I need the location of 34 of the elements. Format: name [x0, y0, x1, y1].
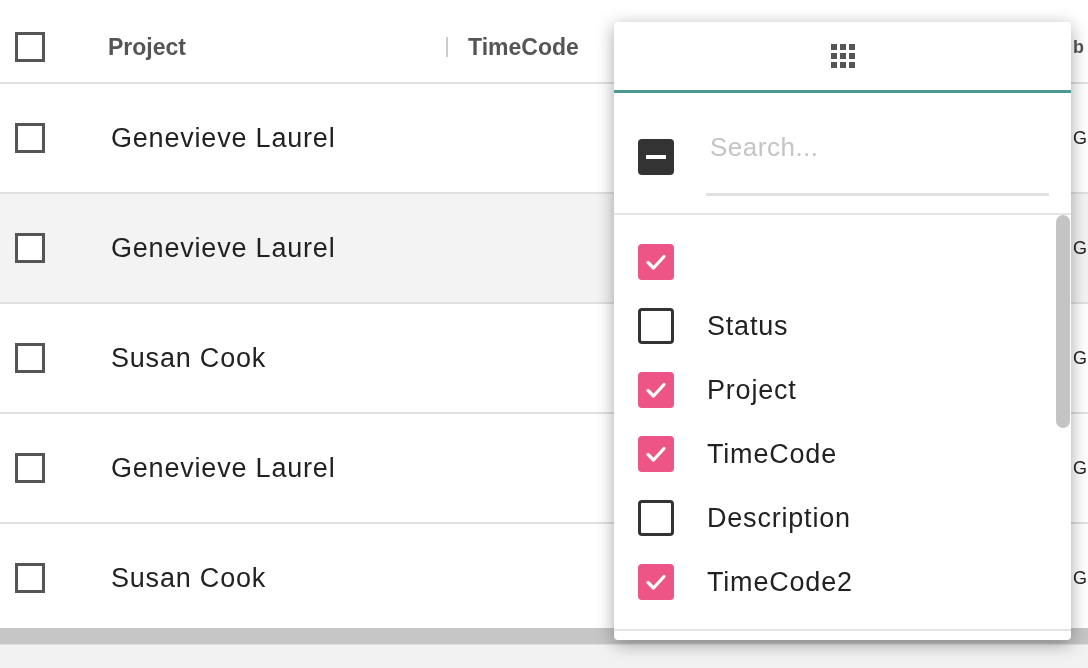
checkbox[interactable] [638, 500, 674, 536]
checkbox[interactable] [15, 343, 45, 373]
column-label[interactable]: TimeCode2 [707, 561, 853, 603]
table-cell-text: Genevieve Laurel [111, 231, 336, 265]
checkbox[interactable] [15, 32, 45, 62]
grid-icon [830, 44, 855, 68]
table-cell-text: G [1073, 236, 1087, 260]
table-cell-text: Susan Cook [111, 561, 267, 595]
vertical-scrollbar[interactable] [1056, 215, 1070, 428]
checkbox[interactable] [638, 244, 674, 280]
table-cell-text: G [1073, 346, 1087, 370]
checkbox[interactable] [638, 564, 674, 600]
column-header[interactable]: b [1073, 33, 1084, 61]
checkbox[interactable] [15, 123, 45, 153]
checkbox[interactable] [15, 453, 45, 483]
table-cell-text: G [1073, 566, 1087, 590]
minus-icon [646, 155, 666, 159]
column-label[interactable]: TimeCode [707, 433, 837, 475]
column-label[interactable]: Status [707, 305, 789, 347]
column-header[interactable]: TimeCode [468, 29, 579, 65]
tab[interactable] [614, 22, 1071, 93]
table-cell-text: Genevieve Laurel [111, 451, 336, 485]
checkbox[interactable] [15, 233, 45, 263]
column-header[interactable]: Project [108, 29, 186, 65]
checkbox[interactable] [638, 308, 674, 344]
checkbox[interactable] [15, 563, 45, 593]
table-cell-text: Susan Cook [111, 341, 267, 375]
table-cell-text: Genevieve Laurel [111, 121, 336, 155]
table-cell-text: G [1073, 126, 1087, 150]
checkbox[interactable] [638, 436, 674, 472]
checkbox[interactable] [638, 372, 674, 408]
table-cell-text: G [1073, 456, 1087, 480]
column-label[interactable]: Project [707, 369, 797, 411]
checkbox[interactable] [638, 139, 674, 175]
